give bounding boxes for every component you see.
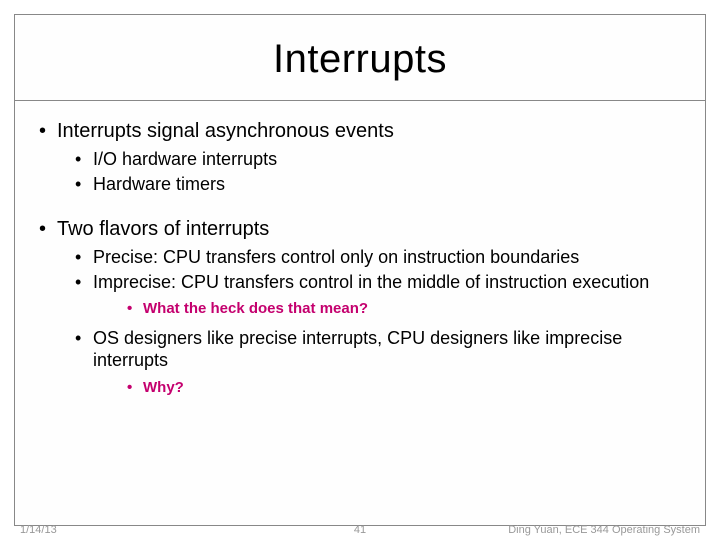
slide-content: Interrupts signal asynchronous events I/… [15,101,705,397]
footer-page: 41 [354,524,366,536]
bullet-2-2: Imprecise: CPU transfers control in the … [57,271,685,319]
bullet-2-2-sub: What the heck does that mean? [93,299,685,319]
bullet-2-3-1: Why? [93,378,685,398]
bullet-2-text: Two flavors of interrupts [57,218,269,240]
slide-frame: Interrupts Interrupts signal asynchronou… [14,14,706,526]
bullet-2-2-text: Imprecise: CPU transfers control in the … [93,272,649,292]
bullet-2-3-text: OS designers like precise interrupts, CP… [93,328,622,371]
bullet-1-2: Hardware timers [57,173,685,196]
bullet-list-2: Two flavors of interrupts Precise: CPU t… [35,217,685,397]
slide-title: Interrupts [15,15,705,100]
bullet-list: Interrupts signal asynchronous events I/… [35,119,685,195]
footer-author: Ding Yuan, ECE 344 Operating System [508,524,700,536]
bullet-1-1: I/O hardware interrupts [57,148,685,171]
bullet-2: Two flavors of interrupts Precise: CPU t… [35,217,685,397]
bullet-2-3: OS designers like precise interrupts, CP… [57,327,685,398]
footer: 1/14/13 41 Ding Yuan, ECE 344 Operating … [14,524,706,536]
bullet-1-sub: I/O hardware interrupts Hardware timers [57,148,685,195]
bullet-2-3-sub: Why? [93,378,685,398]
bullet-2-sub: Precise: CPU transfers control only on i… [57,246,685,397]
footer-date: 1/14/13 [20,524,57,536]
bullet-2-2-1: What the heck does that mean? [93,299,685,319]
bullet-1-text: Interrupts signal asynchronous events [57,120,394,142]
bullet-2-1: Precise: CPU transfers control only on i… [57,246,685,269]
bullet-1: Interrupts signal asynchronous events I/… [35,119,685,195]
